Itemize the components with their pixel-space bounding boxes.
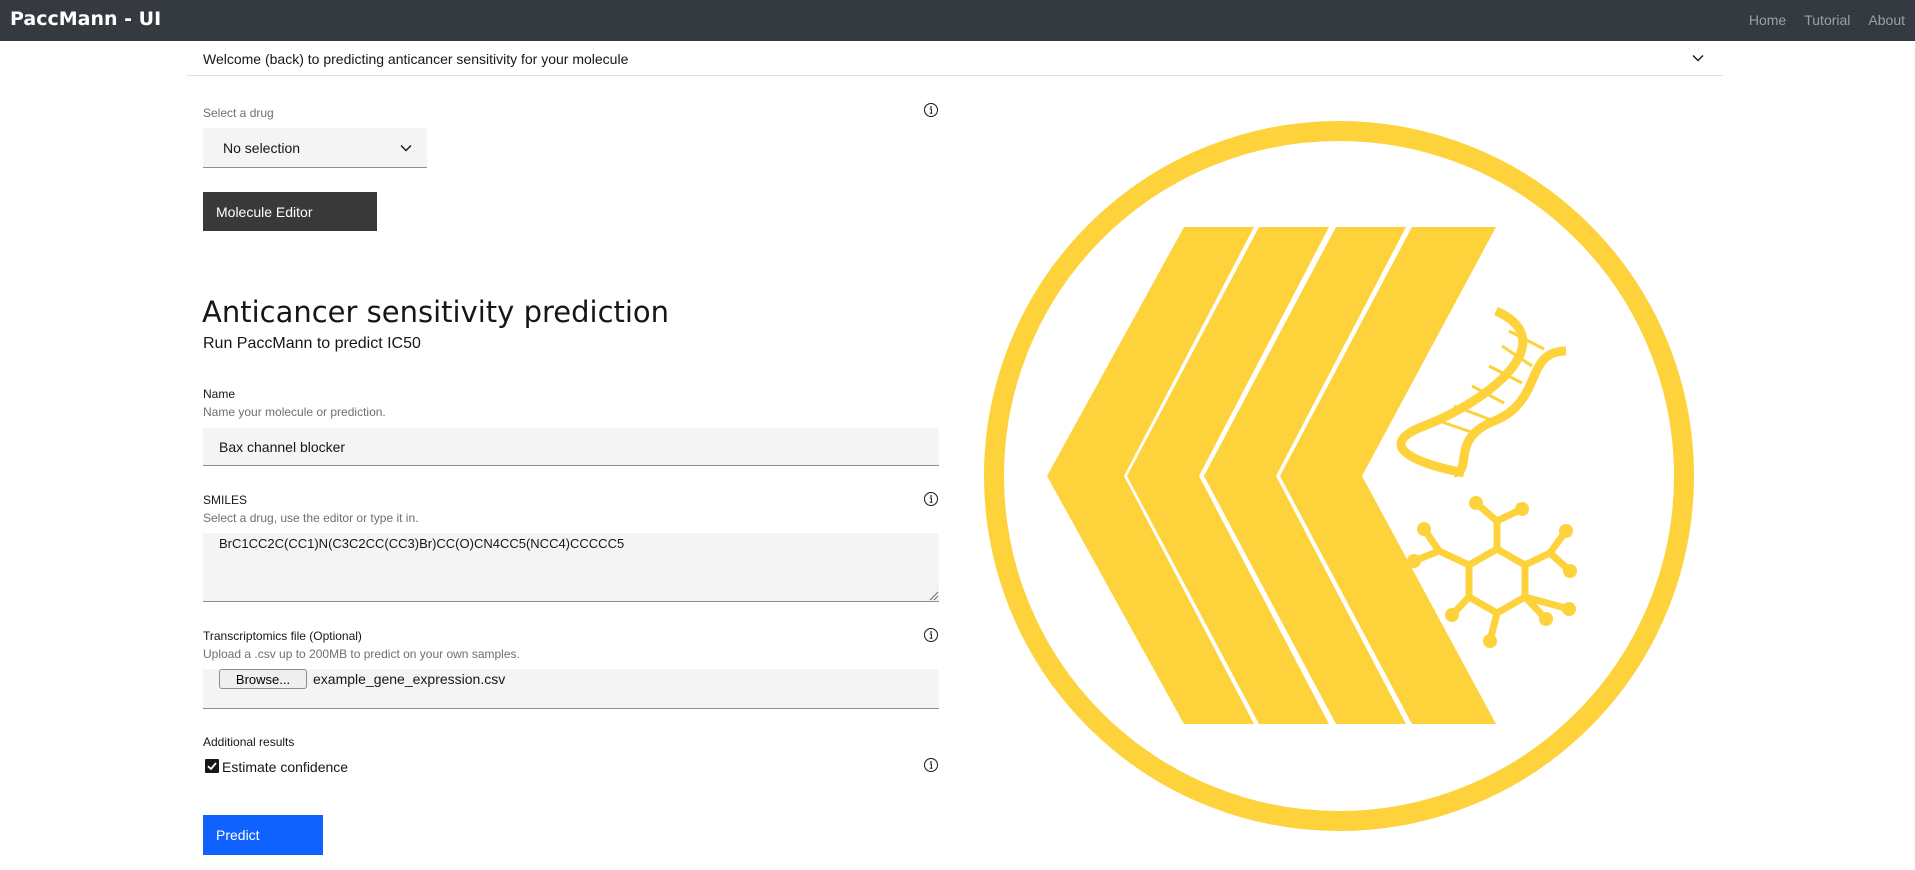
additional-results-label: Additional results xyxy=(203,735,295,749)
smiles-textarea[interactable]: BrC1CC2C(CC1)N(C3C2CC(CC3)Br)CC(O)CN4CC5… xyxy=(203,533,939,602)
smiles-value: BrC1CC2C(CC1)N(C3C2CC(CC3)Br)CC(O)CN4CC5… xyxy=(219,536,625,551)
transcriptomics-help: Upload a .csv up to 200MB to predict on … xyxy=(203,647,520,661)
nav-about-link[interactable]: About xyxy=(1868,12,1905,28)
name-input[interactable] xyxy=(203,428,939,466)
info-icon[interactable] xyxy=(923,757,939,773)
drug-select-label: Select a drug xyxy=(203,106,274,120)
drug-select-value: No selection xyxy=(223,140,301,156)
top-nav: Home Tutorial About xyxy=(1749,12,1905,28)
browse-button[interactable]: Browse... xyxy=(219,669,307,689)
name-field-label: Name xyxy=(203,387,236,401)
transcriptomics-label: Transcriptomics file (Optional) xyxy=(203,629,362,643)
smiles-field-help: Select a drug, use the editor or type it… xyxy=(203,511,419,525)
name-field-help: Name your molecule or prediction. xyxy=(203,405,386,419)
predict-button[interactable]: Predict xyxy=(203,815,323,855)
nav-tutorial-link[interactable]: Tutorial xyxy=(1804,12,1850,28)
top-navbar: PaccMann - UI Home Tutorial About xyxy=(0,0,1915,41)
chevron-down-icon xyxy=(1692,55,1704,62)
accordion-title: Welcome (back) to predicting anticancer … xyxy=(203,51,629,67)
estimate-confidence-label[interactable]: Estimate confidence xyxy=(222,759,348,775)
nav-home-link[interactable]: Home xyxy=(1749,12,1786,28)
page-subtitle: Run PaccMann to predict IC50 xyxy=(203,335,421,352)
smiles-field-label: SMILES xyxy=(203,493,248,507)
info-icon[interactable] xyxy=(923,627,939,643)
resize-handle-icon[interactable] xyxy=(927,589,939,601)
paccmann-logo xyxy=(984,121,1694,831)
info-icon[interactable] xyxy=(923,102,939,118)
page-title: Anticancer sensitivity prediction xyxy=(202,295,670,329)
file-upload-field[interactable]: Browse... example_gene_expression.csv xyxy=(203,669,939,709)
app-title[interactable]: PaccMann - UI xyxy=(10,8,161,30)
molecule-editor-button[interactable]: Molecule Editor xyxy=(203,192,377,231)
drug-select[interactable]: No selection xyxy=(203,128,427,168)
welcome-accordion[interactable]: Welcome (back) to predicting anticancer … xyxy=(187,42,1723,76)
chevron-down-icon xyxy=(400,145,412,152)
checkmark-icon xyxy=(207,762,217,771)
estimate-confidence-checkbox[interactable] xyxy=(205,759,219,773)
info-icon[interactable] xyxy=(923,491,939,507)
file-name: example_gene_expression.csv xyxy=(313,671,506,687)
